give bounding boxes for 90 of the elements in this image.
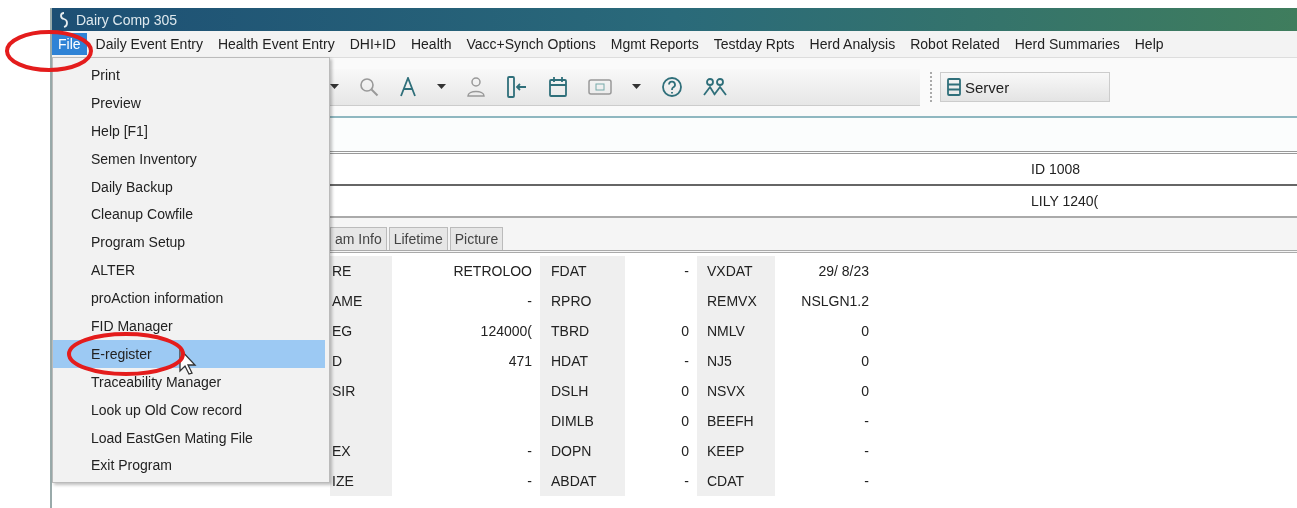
caret-icon[interactable] xyxy=(437,84,446,89)
field-label: TBRD xyxy=(540,316,625,346)
field-label: KEEP xyxy=(697,436,775,466)
field-value: - xyxy=(863,472,870,491)
field-value: - xyxy=(526,292,533,311)
person-icon[interactable] xyxy=(466,75,486,98)
menu-item[interactable]: E-register xyxy=(53,339,325,368)
field-value: 0 xyxy=(860,352,870,371)
menu-item[interactable]: Daily Event Entry xyxy=(89,33,209,55)
menu-item[interactable]: Look up Old Cow record xyxy=(53,395,325,424)
menu-item[interactable]: ALTER xyxy=(53,256,325,285)
field-label: HDAT xyxy=(540,346,625,376)
menu-item[interactable]: Print xyxy=(53,61,325,89)
menu-item[interactable]: Semen Inventory xyxy=(53,144,325,173)
field-value: - xyxy=(683,352,690,371)
field-value: 124000( xyxy=(479,322,533,341)
field-value: - xyxy=(683,262,690,281)
menu-item[interactable]: FID Manager xyxy=(53,312,325,340)
menu-item[interactable]: Herd Summaries xyxy=(1008,33,1126,55)
field-value: 0 xyxy=(680,382,690,401)
app-icon xyxy=(58,11,70,28)
field-label: BEEFH xyxy=(697,406,775,436)
field-label: VXDAT xyxy=(697,256,775,286)
menu-item[interactable]: Robot Related xyxy=(904,33,1006,55)
field-value: 29/ 8/23 xyxy=(817,262,870,281)
help-icon[interactable] xyxy=(661,75,683,98)
field-value: - xyxy=(863,442,870,461)
cow-name: LILY 1240( xyxy=(1031,193,1099,209)
menu-item[interactable]: proAction information xyxy=(53,284,325,312)
column-arrow-icon[interactable] xyxy=(506,75,528,98)
field-label: EG xyxy=(330,316,392,346)
menu-item[interactable]: Preview xyxy=(53,88,325,117)
field-label: NSVX xyxy=(697,376,775,406)
tab[interactable]: Lifetime xyxy=(388,227,448,250)
people-icon[interactable] xyxy=(703,76,727,97)
field-value: 0 xyxy=(680,442,690,461)
menu-item[interactable]: DHI+ID xyxy=(343,33,402,55)
menu-item[interactable]: Health xyxy=(404,33,458,55)
field-label: FDAT xyxy=(540,256,625,286)
caret-icon[interactable] xyxy=(330,84,339,89)
field-value: 0 xyxy=(680,412,690,431)
field-label: CDAT xyxy=(697,466,775,496)
field-value: - xyxy=(526,442,533,461)
cow-id: ID 1008 xyxy=(1031,161,1081,177)
menu-item[interactable]: Vacc+Synch Options xyxy=(460,33,602,55)
field-label: RE xyxy=(330,256,392,286)
field-value: - xyxy=(863,412,870,431)
field-value: 471 xyxy=(507,352,533,371)
field-label: RPRO xyxy=(540,286,625,316)
field-value: - xyxy=(526,472,533,491)
menu-item[interactable]: Exit Program xyxy=(53,451,325,480)
field-label: NMLV xyxy=(697,316,775,346)
menu-item[interactable]: Program Setup xyxy=(53,228,325,257)
field-label: DIMLB xyxy=(540,406,625,436)
field-label: EX xyxy=(330,436,392,466)
field-label: ABDAT xyxy=(540,466,625,496)
caret-icon[interactable] xyxy=(632,84,641,89)
field-label: DOPN xyxy=(540,436,625,466)
server-button[interactable]: Server xyxy=(940,72,1110,102)
font-icon[interactable] xyxy=(399,76,417,97)
field-label: REMVX xyxy=(697,286,775,316)
field-label: NJ5 xyxy=(697,346,775,376)
field-label: SIR xyxy=(330,376,392,406)
menu-item[interactable]: Testday Rpts xyxy=(707,33,801,55)
field-label: IZE xyxy=(330,466,392,496)
window-title: Dairy Comp 305 xyxy=(76,11,178,28)
menu-item[interactable]: Mgmt Reports xyxy=(604,33,705,55)
field-value: - xyxy=(683,472,690,491)
field-value: NSLGN1.2 xyxy=(800,292,870,311)
field-label: AME xyxy=(330,286,392,316)
menu-item[interactable]: Help xyxy=(1128,33,1170,55)
menu-item[interactable]: Herd Analysis xyxy=(803,33,902,55)
tab[interactable]: am Info xyxy=(330,227,387,250)
tab[interactable]: Picture xyxy=(449,227,504,250)
menu-item[interactable]: Daily Backup xyxy=(53,172,325,201)
server-icon xyxy=(947,78,961,96)
menu-item[interactable]: Help [F1] xyxy=(53,116,325,145)
field-label: D xyxy=(330,346,392,376)
menu-item[interactable]: Cleanup Cowfile xyxy=(53,200,325,229)
field-label: DSLH xyxy=(540,376,625,406)
field-value: 0 xyxy=(860,322,870,341)
search-icon[interactable] xyxy=(359,76,379,97)
field-value: 0 xyxy=(680,322,690,341)
cursor-icon xyxy=(179,348,197,375)
menu-item[interactable]: Load EastGen Mating File xyxy=(53,423,325,452)
menu-item[interactable]: Traceability Manager xyxy=(53,367,325,396)
field-value: 0 xyxy=(860,382,870,401)
menu-item[interactable]: Health Event Entry xyxy=(211,33,341,55)
calendar-icon[interactable] xyxy=(548,75,568,98)
field-value: RETROLOO xyxy=(452,262,533,281)
